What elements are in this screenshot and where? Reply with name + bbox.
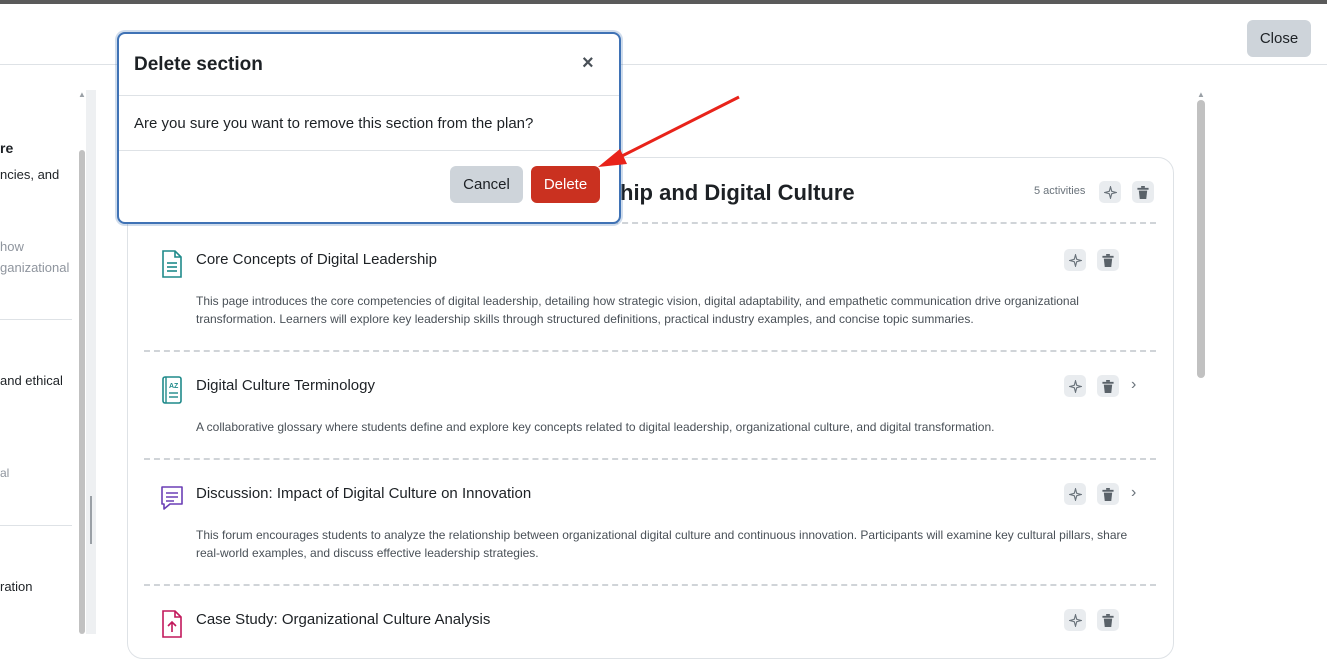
sparkle-icon (1068, 487, 1082, 501)
sparkle-icon (1068, 379, 1082, 393)
left-divider (0, 525, 72, 526)
left-item-title[interactable]: re (0, 140, 13, 156)
delete-button[interactable]: Delete (531, 166, 600, 203)
trash-icon (1102, 253, 1114, 267)
left-item-text: how (0, 239, 24, 254)
trash-icon (1137, 185, 1149, 199)
left-panel-scroll-track[interactable] (86, 90, 96, 634)
trash-icon (1102, 379, 1114, 393)
left-item-text: ncies, and (0, 167, 60, 182)
activity-divider (144, 350, 1156, 352)
delete-activity-button[interactable] (1097, 249, 1119, 271)
activity-description: This forum encourages students to analyz… (196, 528, 1128, 560)
close-icon[interactable]: × (582, 52, 594, 75)
ai-sparkle-button[interactable] (1099, 181, 1121, 203)
dialog-divider (119, 150, 619, 151)
sparkle-icon (1068, 253, 1082, 267)
svg-text:AZ: AZ (169, 383, 179, 390)
trash-icon (1102, 613, 1114, 627)
delete-activity-button[interactable] (1097, 375, 1119, 397)
ai-sparkle-button[interactable] (1064, 249, 1086, 271)
scroll-up-icon[interactable]: ▲ (1197, 90, 1205, 99)
main-scrollbar[interactable] (1197, 100, 1205, 378)
activity-title[interactable]: Core Concepts of Digital Leadership (196, 251, 437, 268)
left-item-text: ganizational (0, 260, 70, 275)
close-button[interactable]: Close (1247, 20, 1311, 57)
activity-title[interactable]: Digital Culture Terminology (196, 377, 375, 394)
activity-count: 5 activities (1034, 185, 1086, 197)
activity-title[interactable]: Discussion: Impact of Digital Culture on… (196, 485, 531, 502)
sparkle-icon (1068, 613, 1082, 627)
activity-title[interactable]: Case Study: Organizational Culture Analy… (196, 611, 490, 628)
dialog-divider (119, 95, 619, 96)
glossary-icon: AZ (162, 376, 182, 404)
trash-icon (1102, 487, 1114, 501)
page-icon (162, 250, 182, 278)
left-item-text: and ethical (0, 373, 63, 388)
delete-activity-button[interactable] (1097, 609, 1119, 631)
left-item-text: ration (0, 579, 33, 594)
left-resize-handle[interactable] (90, 496, 92, 544)
scroll-up-icon[interactable]: ▲ (78, 90, 86, 99)
forum-icon (161, 486, 183, 510)
ai-sparkle-button[interactable] (1064, 483, 1086, 505)
left-item-text: al (0, 466, 10, 480)
section-title: hip and Digital Culture (620, 180, 855, 205)
ai-sparkle-button[interactable] (1064, 609, 1086, 631)
activity-divider (144, 584, 1156, 586)
left-divider (0, 319, 72, 320)
delete-activity-button[interactable] (1097, 483, 1119, 505)
activity-description: A collaborative glossary where students … (196, 420, 995, 434)
cancel-button[interactable]: Cancel (450, 166, 523, 203)
delete-section-button[interactable] (1132, 181, 1154, 203)
chevron-right-icon[interactable]: › (1131, 484, 1136, 502)
activity-description: This page introduces the core competenci… (196, 294, 1079, 326)
chevron-right-icon[interactable]: › (1131, 376, 1136, 394)
dialog-title: Delete section (134, 54, 263, 75)
left-panel-scrollbar[interactable] (79, 150, 85, 634)
delete-section-dialog: Delete section × Are you sure you want t… (117, 32, 621, 224)
dialog-message: Are you sure you want to remove this sec… (134, 115, 534, 132)
sparkle-icon (1103, 185, 1117, 199)
activity-divider (144, 458, 1156, 460)
ai-sparkle-button[interactable] (1064, 375, 1086, 397)
